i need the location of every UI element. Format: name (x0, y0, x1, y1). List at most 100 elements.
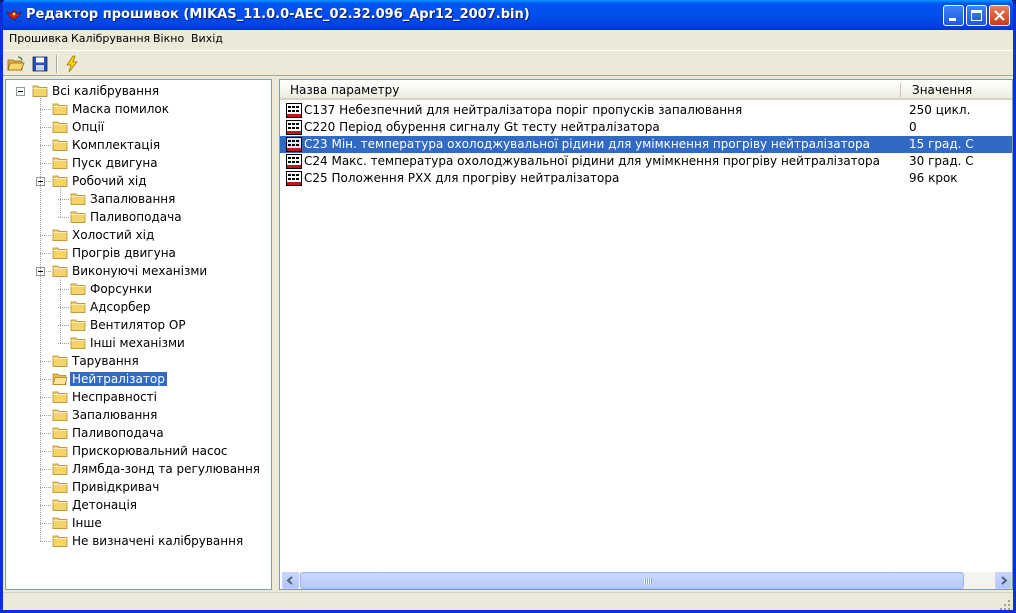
minimize-button[interactable] (943, 5, 964, 26)
tree-item-label: Пуск двигуна (72, 156, 158, 170)
parameter-name: C24 Макс. температура охолоджувальної рі… (304, 154, 880, 168)
tree-item-label: Інше (72, 516, 102, 530)
parameter-name: C25 Положення РХХ для прогріву нейтраліз… (304, 171, 620, 185)
parameter-value: 15 град. С (909, 137, 974, 151)
table-row[interactable]: C137 Небезпечний для нейтралізатора порі… (280, 102, 1012, 119)
menu-exit[interactable]: Вихід (191, 32, 223, 45)
scroll-left-button[interactable] (282, 572, 299, 589)
tree-item-label: Маска помилок (72, 102, 170, 116)
tree-connector (40, 397, 51, 398)
menu-calibration[interactable]: Калібрування (71, 32, 150, 45)
tree-item-label: Всі калібрування (52, 84, 160, 98)
tree-item-label: Паливоподача (90, 210, 182, 224)
column-divider[interactable] (900, 83, 901, 97)
column-header-value[interactable]: Значення (912, 83, 972, 97)
folder-icon (52, 102, 68, 116)
folder-icon (52, 246, 68, 260)
horizontal-scrollbar[interactable] (282, 572, 1012, 589)
parameter-name: C23 Мін. температура охолоджувальної рід… (304, 137, 870, 151)
folder-icon (70, 210, 86, 224)
tree-item-label: Виконуючі механізми (72, 264, 208, 278)
tree-item-label: Холостий хід (72, 228, 155, 242)
folder-icon (52, 480, 68, 494)
parameter-table-icon (286, 120, 302, 135)
folder-icon (52, 408, 68, 422)
table-row[interactable]: C220 Період обурення сигналу Gt тесту не… (280, 119, 1012, 136)
tree-connector (40, 127, 51, 128)
title-bar[interactable]: Редактор прошивок (MIKAS_11.0.0-AEC_02.3… (3, 0, 1013, 30)
open-folder-icon (7, 56, 25, 71)
save-disk-icon (32, 56, 48, 72)
tree-guide-line (60, 186, 61, 217)
tree-connector (40, 253, 51, 254)
tree-item-label: Адсорбер (90, 300, 151, 314)
calibration-tree[interactable]: Всі калібрування Маска помилок Опції Компле… (5, 79, 272, 590)
tree-item-label: Запалювання (90, 192, 176, 206)
toolbar-separator (56, 55, 58, 73)
tree-expander-minus-icon[interactable] (16, 87, 25, 96)
table-row[interactable]: C24 Макс. температура охолоджувальної рі… (280, 153, 1012, 170)
tree-item-label: Привідкривач (72, 480, 160, 494)
folder-icon (52, 120, 68, 134)
window-title: Редактор прошивок (MIKAS_11.0.0-AEC_02.3… (26, 7, 530, 22)
menu-firmware[interactable]: Прошивка (9, 32, 68, 45)
tree-connector (58, 217, 69, 218)
parameter-table-icon (286, 154, 302, 169)
tree-connector (40, 145, 51, 146)
minimize-icon (949, 18, 956, 21)
tree-item-label: Не визначені калібрування (72, 534, 244, 548)
parameter-name: C137 Небезпечний для нейтралізатора порі… (304, 103, 743, 117)
parameter-value: 0 (909, 120, 917, 134)
table-row[interactable]: C23 Мін. температура охолоджувальної рід… (280, 136, 1012, 153)
close-button[interactable] (989, 5, 1010, 26)
tree-connector (58, 343, 69, 344)
column-header-name[interactable]: Назва параметру (290, 83, 399, 97)
arrow-left-icon (286, 576, 293, 585)
resize-grip-icon[interactable] (999, 599, 1011, 611)
folder-icon (70, 282, 86, 296)
save-button[interactable] (30, 54, 50, 74)
folder-icon (70, 300, 86, 314)
parameter-table-icon (286, 137, 302, 152)
status-bar (3, 592, 1013, 611)
tree-connector (40, 235, 51, 236)
folder-icon (52, 444, 68, 458)
folder-icon (52, 228, 68, 242)
scroll-thumb[interactable] (300, 572, 964, 589)
maximize-icon (971, 10, 982, 21)
tree-item-label: Прискорювальний насос (72, 444, 228, 458)
tree-item-label: Паливоподача (72, 426, 164, 440)
tree-item-label: Інші механізми (90, 336, 185, 350)
toolbar (3, 50, 1013, 76)
tree-item-label: Робочий хід (72, 174, 147, 188)
open-button[interactable] (6, 54, 26, 74)
tree-connector (40, 163, 51, 164)
app-window: Редактор прошивок (MIKAS_11.0.0-AEC_02.3… (0, 0, 1016, 613)
folder-icon (70, 192, 86, 206)
close-icon (994, 10, 1005, 21)
tree-connector (40, 415, 51, 416)
list-header: Назва параметру Значення (280, 80, 1012, 100)
tree-connector (40, 379, 51, 380)
menu-bar: Прошивка Калібрування Вікно Вихід (3, 30, 1013, 49)
scroll-right-button[interactable] (995, 572, 1012, 589)
menu-window[interactable]: Вікно (153, 32, 184, 45)
tree-connector (40, 523, 51, 524)
tree-connector (40, 109, 51, 110)
folder-icon (52, 534, 68, 548)
table-row[interactable]: C25 Положення РХХ для прогріву нейтраліз… (280, 170, 1012, 187)
maximize-button[interactable] (966, 5, 987, 26)
parameter-value: 30 град. С (909, 154, 974, 168)
tree-item-label: Тарування (72, 354, 139, 368)
tree-item-label: Нейтралізатор (70, 372, 167, 386)
folder-icon (70, 318, 86, 332)
folder-icon (52, 498, 68, 512)
folder-icon (52, 462, 68, 476)
parameter-value: 250 цикл. (909, 103, 971, 117)
tree-guide-line (40, 96, 41, 541)
flash-button[interactable] (62, 54, 82, 74)
parameter-list[interactable]: Назва параметру Значення C137 Небезпечни… (279, 79, 1013, 590)
tree-connector (40, 505, 51, 506)
tree-connector (40, 487, 51, 488)
parameter-value: 96 крок (909, 171, 958, 185)
